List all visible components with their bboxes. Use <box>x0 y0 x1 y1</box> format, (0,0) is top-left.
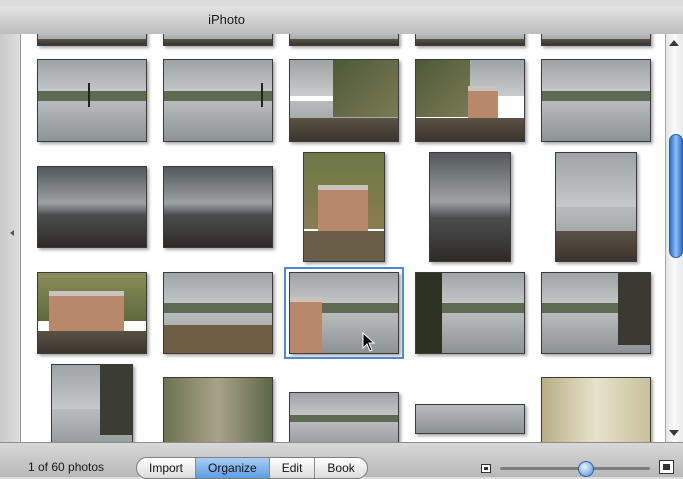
photo-thumbnail[interactable] <box>163 377 273 442</box>
photo-thumbnail-selected[interactable] <box>284 267 404 359</box>
photo-thumbnail[interactable] <box>37 272 147 354</box>
photo-thumbnail[interactable] <box>163 59 273 142</box>
large-photo-icon[interactable] <box>659 460 674 474</box>
vertical-scrollbar[interactable] <box>665 34 683 442</box>
pane-resize-arrow-icon[interactable] <box>10 230 14 236</box>
iphoto-window: iPhoto 1 of 60 photos Import Organize Ed… <box>0 0 683 479</box>
organize-button[interactable]: Organize <box>196 458 270 478</box>
photo-thumbnail[interactable] <box>415 59 525 142</box>
photo-thumbnail[interactable] <box>415 404 525 434</box>
photo-thumbnail[interactable] <box>37 34 147 46</box>
photo-thumbnail[interactable] <box>415 272 525 354</box>
scroll-up-icon[interactable] <box>669 40 679 46</box>
photo-thumbnail[interactable] <box>163 166 273 248</box>
book-button[interactable]: Book <box>315 458 366 478</box>
photo-thumbnail[interactable] <box>541 272 651 354</box>
photo-thumbnail[interactable] <box>37 59 147 142</box>
source-pane-edge[interactable] <box>0 34 20 442</box>
scrollbar-thumb[interactable] <box>669 134 683 258</box>
photo-thumbnail[interactable] <box>37 166 147 248</box>
scroll-down-icon[interactable] <box>669 430 679 436</box>
photo-grid <box>20 34 666 442</box>
edit-button[interactable]: Edit <box>270 458 316 478</box>
photo-thumbnail[interactable] <box>555 152 637 262</box>
photo-thumbnail[interactable] <box>541 377 651 442</box>
photo-thumbnail[interactable] <box>541 59 651 142</box>
title-bar[interactable]: iPhoto <box>0 6 683 35</box>
photo-thumbnail[interactable] <box>303 152 385 262</box>
photo-thumbnail[interactable] <box>429 152 511 262</box>
small-photo-icon[interactable] <box>481 464 491 473</box>
import-button[interactable]: Import <box>137 458 197 478</box>
photo-thumbnail[interactable] <box>415 34 525 46</box>
photo-thumbnail[interactable] <box>289 392 399 442</box>
photo-thumbnail[interactable] <box>289 59 399 142</box>
photo-thumbnail[interactable] <box>163 34 273 46</box>
bottom-toolbar: 1 of 60 photos Import Organize Edit Book <box>0 442 683 479</box>
photo-thumbnail[interactable] <box>51 364 133 442</box>
photo-thumbnail[interactable] <box>289 34 399 46</box>
zoom-slider[interactable] <box>500 467 650 470</box>
pointer-cursor-icon <box>362 332 376 352</box>
photo-thumbnail[interactable] <box>163 272 273 354</box>
window-title: iPhoto <box>208 12 245 27</box>
photo-count: 1 of 60 photos <box>28 460 105 474</box>
zoom-slider-knob[interactable] <box>577 461 594 477</box>
photo-thumbnail[interactable] <box>541 34 651 46</box>
